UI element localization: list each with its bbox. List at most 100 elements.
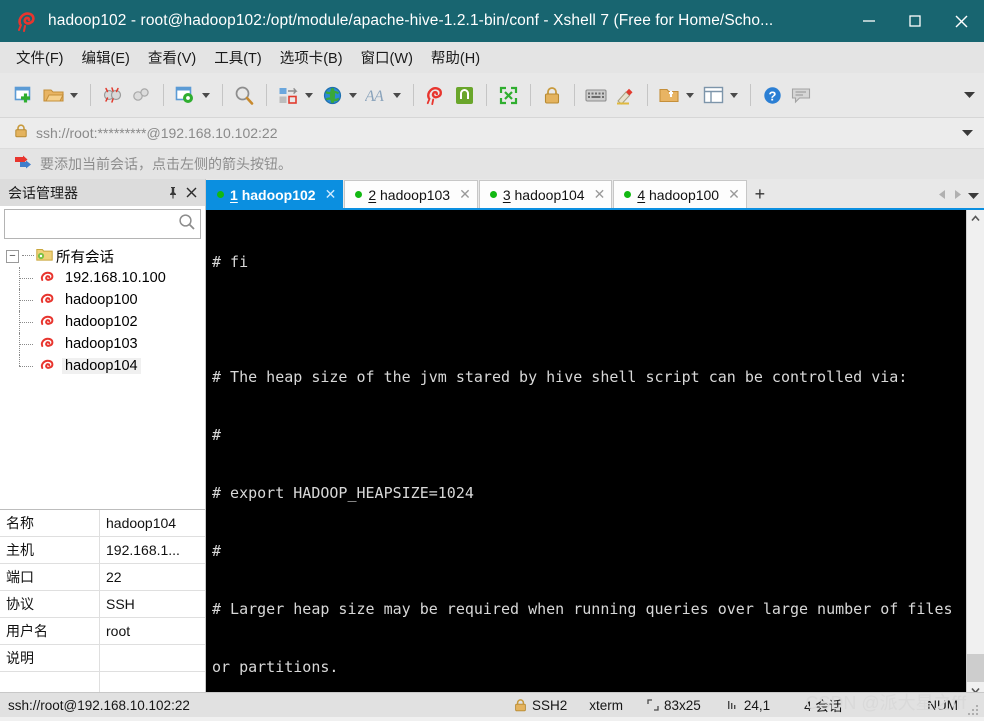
layout-icon[interactable] (699, 80, 727, 110)
session-item-3[interactable]: hadoop103 (0, 333, 205, 355)
property-key: 主机 (0, 537, 100, 563)
menu-view[interactable]: 查看(V) (148, 47, 196, 68)
tab-list-icon[interactable] (968, 187, 980, 205)
xshell-icon[interactable] (421, 80, 449, 110)
toolbar: A A ? (0, 73, 984, 118)
session-icon (39, 336, 58, 352)
status-bar: ssh://root@192.168.10.102:22 SSH2 xterm (0, 692, 984, 717)
toolbar-overflow-icon[interactable] (964, 73, 976, 117)
pin-icon[interactable] (163, 182, 182, 204)
session-item-2[interactable]: hadoop102 (0, 311, 205, 333)
session-search-input[interactable] (4, 209, 201, 239)
tab-close-icon[interactable]: ✕ (459, 186, 471, 203)
tab-label: 3 hadoop104 (503, 187, 585, 203)
font-dropdown-icon[interactable] (391, 80, 403, 110)
globe-icon[interactable] (318, 80, 346, 110)
session-item-0[interactable]: 192.168.10.100 (0, 267, 205, 289)
add-folder-dropdown-icon[interactable] (684, 80, 696, 110)
session-item-4[interactable]: hadoop104 (0, 355, 205, 377)
keyboard-icon[interactable] (582, 80, 610, 110)
status-numlock: NUM (927, 697, 958, 713)
property-key: 协议 (0, 591, 100, 617)
xshell-logo-icon (12, 6, 42, 36)
session-manager-panel: 会话管理器 − 所有会话 192.168.10.100 hadoop100 ha… (0, 179, 206, 699)
menu-edit[interactable]: 编辑(E) (82, 47, 130, 68)
new-tab-button[interactable]: + (747, 180, 772, 208)
tab-status-icon (624, 191, 632, 198)
chat-icon[interactable] (787, 80, 815, 110)
disconnect-icon[interactable] (98, 80, 126, 110)
transfer-dropdown-icon[interactable] (303, 80, 315, 110)
tab-close-icon[interactable]: ✕ (325, 186, 337, 203)
search-icon (178, 213, 195, 235)
session-properties-dropdown-icon[interactable] (200, 80, 212, 110)
tab-hadoop104[interactable]: 3 hadoop104 ✕ (478, 180, 613, 208)
tab-next-icon[interactable] (953, 187, 962, 205)
toolbar-divider (486, 84, 487, 106)
tab-hadoop102[interactable]: 1 hadoop102 ✕ (206, 180, 344, 208)
session-manager-title: 会话管理器 (8, 184, 78, 201)
tab-close-icon[interactable]: ✕ (728, 186, 740, 203)
maximize-button[interactable] (892, 0, 938, 42)
terminal-line: # Larger heap size may be required when … (212, 599, 953, 618)
cursor-icon (727, 699, 739, 711)
address-value: ssh://root:*********@192.168.10.102:22 (36, 125, 278, 141)
menu-help[interactable]: 帮助(H) (431, 47, 480, 68)
window-title: hadoop102 - root@hadoop102:/opt/module/a… (48, 12, 774, 29)
svg-text:A: A (373, 88, 384, 105)
terminal-area: # fi # The heap size of the jvm stared b… (206, 208, 984, 699)
tree-connector (19, 333, 39, 355)
tree-root-all-sessions[interactable]: − 所有会话 (0, 245, 205, 267)
tab-number: 1 (230, 186, 238, 203)
session-label: 192.168.10.100 (65, 270, 166, 286)
link-icon[interactable] (127, 80, 155, 110)
scrollbar-thumb[interactable] (967, 654, 984, 682)
body-split: 会话管理器 − 所有会话 192.168.10.100 hadoop100 ha… (0, 179, 984, 699)
tab-status-icon (355, 191, 363, 198)
resize-grip-icon[interactable] (968, 703, 979, 715)
add-folder-icon[interactable] (655, 80, 683, 110)
terminal-scrollbar[interactable] (966, 210, 984, 699)
session-tree: − 所有会话 192.168.10.100 hadoop100 hadoop10… (0, 241, 205, 509)
expander-icon[interactable]: − (6, 249, 19, 263)
menu-file[interactable]: 文件(F) (16, 47, 64, 68)
new-session-icon[interactable] (10, 80, 38, 110)
minimize-button[interactable] (846, 0, 892, 42)
property-key: 名称 (0, 510, 100, 536)
open-folder-dropdown-icon[interactable] (68, 80, 80, 110)
session-item-1[interactable]: hadoop100 (0, 289, 205, 311)
xftp-icon[interactable] (450, 80, 478, 110)
scroll-up-icon[interactable] (967, 210, 984, 227)
toolbar-divider (90, 84, 91, 106)
globe-dropdown-icon[interactable] (347, 80, 359, 110)
open-folder-icon[interactable] (39, 80, 67, 110)
address-dropdown-icon[interactable] (962, 118, 974, 148)
property-value: hadoop104 (106, 515, 177, 531)
menu-bar: 文件(F) 编辑(E) 查看(V) 工具(T) 选项卡(B) 窗口(W) 帮助(… (0, 42, 984, 73)
tab-hadoop100[interactable]: 4 hadoop100 ✕ (613, 180, 747, 208)
fullscreen-icon[interactable] (494, 80, 522, 110)
lock-icon[interactable] (538, 80, 566, 110)
tab-close-icon[interactable]: ✕ (594, 186, 606, 203)
tab-hadoop103[interactable]: 2 hadoop103 ✕ (344, 180, 478, 208)
session-properties-icon[interactable] (171, 80, 199, 110)
menu-tabs[interactable]: 选项卡(B) (280, 47, 343, 68)
terminal-output[interactable]: # fi # The heap size of the jvm stared b… (206, 210, 966, 699)
session-icon (39, 292, 58, 308)
find-icon[interactable] (230, 80, 258, 110)
font-icon[interactable]: A A (362, 80, 390, 110)
tab-prev-icon[interactable] (938, 187, 947, 205)
close-panel-icon[interactable] (182, 182, 201, 204)
transfer-icon[interactable] (274, 80, 302, 110)
tab-label: 1 hadoop102 (230, 187, 316, 203)
menu-tools[interactable]: 工具(T) (214, 47, 262, 68)
menu-window[interactable]: 窗口(W) (361, 47, 413, 68)
highlight-pen-icon[interactable] (611, 80, 639, 110)
help-icon[interactable]: ? (758, 80, 786, 110)
close-button[interactable] (938, 0, 984, 42)
address-bar[interactable]: ssh://root:*********@192.168.10.102:22 (0, 118, 984, 149)
tab-number: 3 (502, 186, 511, 203)
scrollbar-track[interactable] (967, 227, 984, 682)
layout-dropdown-icon[interactable] (728, 80, 740, 110)
xshell-window: hadoop102 - root@hadoop102:/opt/module/a… (0, 0, 984, 717)
